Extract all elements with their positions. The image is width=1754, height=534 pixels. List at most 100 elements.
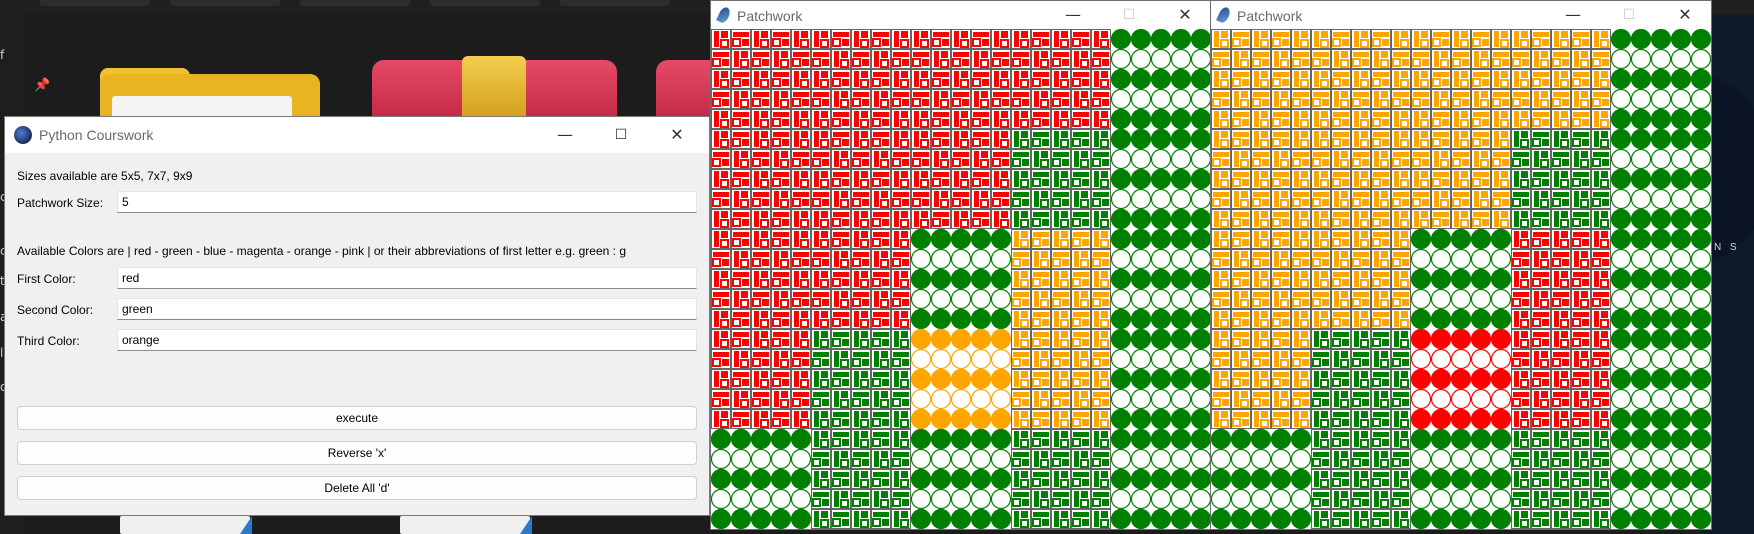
patch-tile	[1571, 129, 1591, 149]
top-tab[interactable]	[300, 0, 410, 6]
patch-tile	[1531, 249, 1551, 269]
patch-tile	[811, 309, 831, 329]
patch-tile	[891, 449, 911, 469]
pin-icon[interactable]: 📌	[34, 78, 50, 93]
patch-circle	[1610, 348, 1632, 370]
patch-tile	[1251, 389, 1271, 409]
patch-tile	[1311, 189, 1331, 209]
patch-circle	[1190, 408, 1211, 430]
close-button[interactable]: ✕	[1167, 3, 1203, 27]
patch-circle	[1110, 88, 1132, 110]
patch-circle	[1610, 448, 1632, 470]
minimize-button[interactable]: —	[545, 122, 585, 148]
patch-penultimate	[1311, 29, 1411, 129]
patch-tile	[1391, 269, 1411, 289]
patch-tile	[1251, 409, 1271, 429]
patch-circle	[930, 248, 952, 270]
patch-tile	[1011, 349, 1031, 369]
patch-tile	[831, 249, 851, 269]
patch-tile	[1011, 449, 1031, 469]
size-input[interactable]	[117, 191, 697, 213]
patch-circle	[1110, 248, 1132, 270]
patch-tile	[1271, 229, 1291, 249]
patch-tile	[771, 49, 791, 69]
execute-button[interactable]: execute	[17, 406, 697, 430]
patch-circle	[990, 468, 1012, 490]
maximize-button[interactable]: ☐	[601, 122, 641, 148]
patchwork-canvas[interactable]	[711, 29, 1211, 529]
patch-circle	[1410, 448, 1432, 470]
patch-circle	[750, 448, 772, 470]
patch-tile	[771, 89, 791, 109]
patch-tile	[1531, 189, 1551, 209]
vscode-icon[interactable]	[120, 516, 252, 534]
patch-circle	[1430, 468, 1452, 490]
patch-tile	[891, 89, 911, 109]
maximize-button[interactable]: ☐	[1111, 3, 1147, 27]
patch-circle	[1630, 288, 1652, 310]
patch-final	[1410, 428, 1512, 529]
patchwork-canvas[interactable]	[1211, 29, 1711, 529]
patch-tile	[971, 29, 991, 49]
patch-circle	[1630, 448, 1652, 470]
patch-circle	[910, 268, 932, 290]
top-tab[interactable]	[40, 0, 150, 6]
patch-penultimate	[911, 129, 1011, 229]
close-button[interactable]: ✕	[1667, 3, 1703, 27]
patch-circle	[1450, 468, 1472, 490]
top-tab[interactable]	[560, 0, 670, 6]
patch-tile	[831, 29, 851, 49]
patch-tile	[1251, 129, 1271, 149]
patch-circle	[790, 488, 812, 510]
vscode-icon[interactable]	[400, 516, 532, 534]
top-tab[interactable]	[430, 0, 540, 6]
patch-circle	[1410, 428, 1432, 450]
patch-tile	[1551, 189, 1571, 209]
patch-circle	[1170, 248, 1192, 270]
patch-circle	[1170, 128, 1192, 150]
patch-tile	[951, 189, 971, 209]
patch-circle	[1130, 368, 1152, 390]
title-bar[interactable]: Patchwork — ☐ ✕	[1211, 1, 1711, 29]
patch-tile	[1431, 49, 1451, 69]
patch-tile	[1571, 289, 1591, 309]
patch-tile	[911, 29, 931, 49]
title-bar[interactable]: Patchwork — ☐ ✕	[711, 1, 1211, 29]
top-tab[interactable]	[170, 0, 280, 6]
third-color-input[interactable]	[117, 329, 697, 351]
patch-circle	[1211, 448, 1232, 470]
patch-circle	[1110, 468, 1132, 490]
patch-tile	[1031, 269, 1051, 289]
patch-circle	[950, 308, 972, 330]
patch-tile	[851, 509, 871, 529]
patch-circle	[1690, 448, 1711, 470]
patch-tile	[871, 309, 891, 329]
minimize-button[interactable]: —	[1055, 3, 1091, 27]
patch-tile	[811, 229, 831, 249]
minimize-button[interactable]: —	[1555, 3, 1591, 27]
patch-tile	[1291, 169, 1311, 189]
patch-tile	[1591, 389, 1611, 409]
patch-tile	[871, 349, 891, 369]
second-color-input[interactable]	[117, 298, 697, 320]
patch-tile	[711, 409, 731, 429]
first-color-input[interactable]	[117, 267, 697, 289]
reverse-button[interactable]: Reverse 'x'	[17, 441, 697, 465]
close-button[interactable]: ✕	[657, 122, 697, 148]
patch-tile	[731, 369, 751, 389]
patch-tile	[1051, 309, 1071, 329]
patch-circle	[1670, 228, 1692, 250]
patch-circle	[1670, 368, 1692, 390]
patch-tile	[1571, 429, 1591, 449]
patch-tile	[1531, 429, 1551, 449]
patch-tile	[1071, 469, 1091, 489]
patch-tile	[971, 189, 991, 209]
patch-tile	[1391, 329, 1411, 349]
patch-circle	[1430, 348, 1452, 370]
patch-final	[1610, 228, 1711, 330]
patch-tile	[1271, 149, 1291, 169]
patch-tile	[911, 49, 931, 69]
title-bar[interactable]: Python Courswork — ☐ ✕	[5, 117, 709, 153]
maximize-button[interactable]: ☐	[1611, 3, 1647, 27]
delete-all-button[interactable]: Delete All 'd'	[17, 476, 697, 500]
